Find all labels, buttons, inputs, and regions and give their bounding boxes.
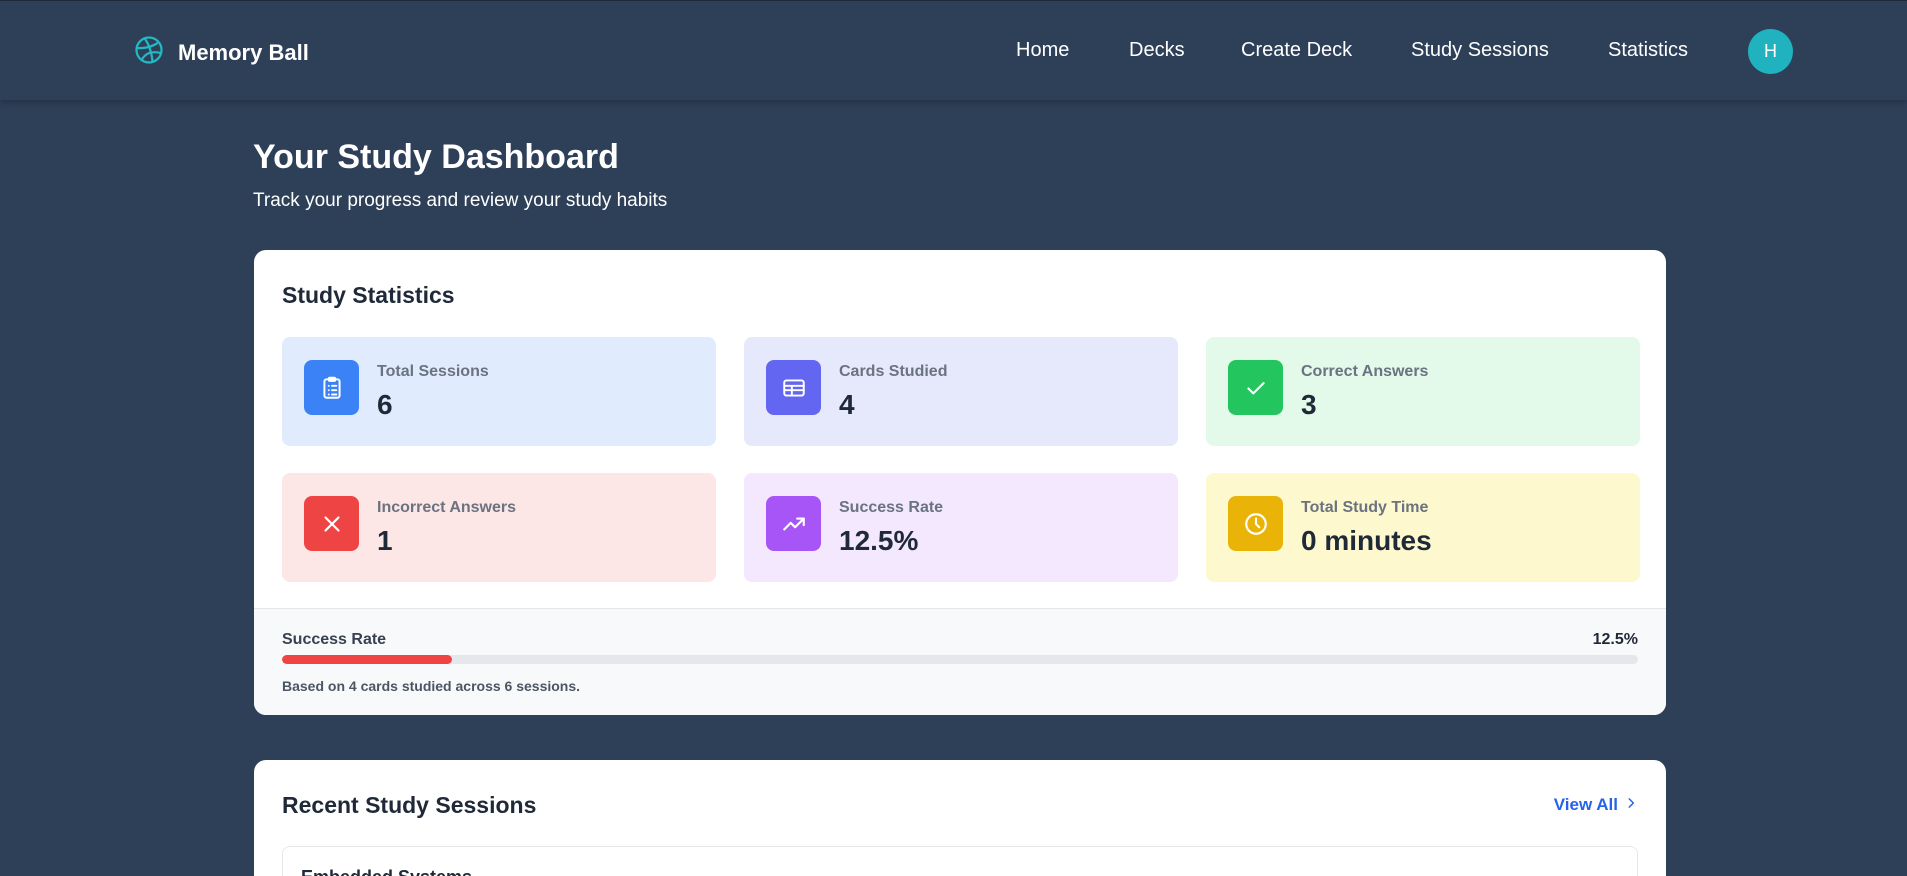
session-list-item[interactable]: Embedded Systems [282, 846, 1638, 876]
view-all-link[interactable]: View All [1554, 795, 1638, 815]
user-avatar[interactable]: H [1748, 29, 1793, 74]
view-all-label: View All [1553, 795, 1618, 814]
stat-value: 3 [1301, 389, 1317, 420]
stat-tile-total-sessions: Total Sessions 6 [282, 337, 716, 446]
page-subtitle: Track your progress and review your stud… [253, 190, 668, 211]
stat-label: Total Sessions [377, 363, 489, 380]
recent-sessions-title: Recent Study Sessions [282, 792, 537, 818]
stat-label: Cards Studied [839, 363, 948, 380]
success-rate-progress-bar [282, 655, 1638, 664]
stat-tile-cards-studied: Cards Studied 4 [744, 337, 1178, 446]
check-icon [1228, 360, 1283, 415]
success-rate-note: Based on 4 cards studied across 6 sessio… [282, 678, 581, 694]
stat-tile-success-rate: Success Rate 12.5% [744, 473, 1178, 582]
page-title: Your Study Dashboard [253, 138, 619, 176]
brand-logo-link[interactable]: Memory Ball [134, 35, 309, 70]
top-navbar: Memory Ball Home Decks Create Deck Study… [0, 0, 1907, 100]
study-statistics-title: Study Statistics [282, 282, 455, 308]
success-rate-section: Success Rate 12.5% Based on 4 cards stud… [254, 608, 1666, 715]
success-rate-label: Success Rate [282, 631, 387, 648]
session-deck-name: Embedded Systems [301, 867, 472, 876]
stat-tile-incorrect-answers: Incorrect Answers 1 [282, 473, 716, 582]
clipboard-list-icon [304, 360, 359, 415]
stat-label: Total Study Time [1301, 499, 1429, 516]
nav-link-statistics[interactable]: Statistics [1608, 39, 1688, 62]
chevron-right-icon [1624, 795, 1638, 815]
stat-value: 0 minutes [1301, 525, 1432, 556]
brand-name: Memory Ball [178, 39, 309, 65]
stat-tile-total-study-time: Total Study Time 0 minutes [1206, 473, 1640, 582]
stat-label: Correct Answers [1301, 363, 1429, 380]
success-rate-value: 12.5% [1592, 631, 1638, 648]
nav-link-study-sessions[interactable]: Study Sessions [1411, 39, 1549, 62]
nav-link-home[interactable]: Home [1016, 39, 1069, 62]
x-icon [304, 496, 359, 551]
stat-label: Incorrect Answers [377, 499, 517, 516]
stat-value: 4 [839, 389, 855, 420]
table-icon [766, 360, 821, 415]
success-rate-progress-fill [282, 655, 452, 664]
stat-value: 6 [377, 389, 393, 420]
stat-value: 12.5% [839, 525, 919, 556]
clock-icon [1228, 496, 1283, 551]
study-statistics-card: Study Statistics Total Sessions 6 Cards … [254, 250, 1666, 715]
stat-tile-correct-answers: Correct Answers 3 [1206, 337, 1640, 446]
recent-sessions-card: Recent Study Sessions View All Embedded … [254, 760, 1666, 876]
trending-up-icon [766, 496, 821, 551]
stat-value: 1 [377, 525, 393, 556]
stat-label: Success Rate [839, 499, 944, 516]
nav-link-create-deck[interactable]: Create Deck [1241, 39, 1352, 62]
dribbble-ball-icon [134, 35, 164, 70]
nav-link-decks[interactable]: Decks [1129, 39, 1185, 62]
